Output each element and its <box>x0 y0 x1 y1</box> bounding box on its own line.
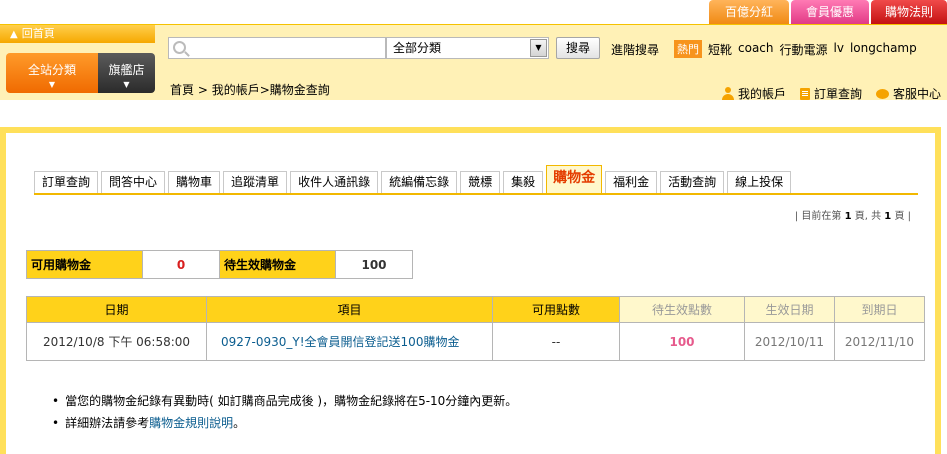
tab-activity-query[interactable]: 活動查詢 <box>660 171 725 193</box>
pagination-middle: 頁, 共 <box>851 211 885 222</box>
tab-address-book[interactable]: 收件人通訊錄 <box>290 171 379 193</box>
promo-tab-shopping-rules[interactable]: 購物法則 <box>871 0 947 24</box>
note-update-text: 當您的購物金紀錄有異動時( 如訂購商品完成後 )，購物金紀錄將在5-10分鐘內更… <box>65 394 518 408</box>
row-expiry-date: 2012/11/10 <box>834 322 925 361</box>
my-account-link[interactable]: 我的帳戶 <box>721 85 786 102</box>
available-credit-value: 0 <box>142 250 220 279</box>
flagship-store-button[interactable]: 旗艦店 ▼ <box>98 53 155 93</box>
my-account-label: 我的帳戶 <box>737 87 786 101</box>
home-icon: ▲ <box>10 29 18 40</box>
tab-qa-center[interactable]: 問答中心 <box>101 171 166 193</box>
home-label: 回首頁 <box>21 27 55 40</box>
dropdown-arrow-icon[interactable]: ▼ <box>530 39 547 57</box>
note-rules-suffix: 。 <box>233 416 246 430</box>
row-date: 2012/10/8 下午 06:58:00 <box>26 322 207 361</box>
chevron-down-icon: ▼ <box>123 80 130 89</box>
search-input[interactable] <box>191 39 381 57</box>
notes-list: 當您的購物金紀錄有異動時( 如訂購商品完成後 )，購物金紀錄將在5-10分鐘內更… <box>52 390 517 434</box>
breadcrumb-current: >購物金查詢 <box>259 83 330 97</box>
note-rules: 詳細辦法請參考購物金規則說明。 <box>52 412 517 434</box>
hot-keywords: 短靴 coach 行動電源 lv longchamp <box>708 41 917 58</box>
support-center-link[interactable]: 客服中心 <box>875 85 941 102</box>
site-header: ▲ 回首頁 全站分類 ▼ 旗艦店 ▼ 全部分類 ▼ 搜尋 進階搜尋 熱門 短靴 c… <box>0 24 947 102</box>
breadcrumb-account[interactable]: 我的帳戶 <box>212 83 260 97</box>
column-header-item: 項目 <box>206 296 493 323</box>
order-query-label: 訂單查詢 <box>813 87 862 101</box>
support-center-label: 客服中心 <box>892 87 941 101</box>
hot-keyword-link[interactable]: 短靴 <box>708 41 732 58</box>
tab-cart[interactable]: 購物車 <box>168 171 221 193</box>
pending-credit-label: 待生效購物金 <box>219 250 336 279</box>
breadcrumb-home[interactable]: 首頁 <box>170 83 194 97</box>
hot-keyword-link[interactable]: coach <box>738 41 774 58</box>
pagination-info: | 目前在第 1 頁, 共 1 頁 | <box>795 207 911 222</box>
column-header-available: 可用點數 <box>492 296 620 323</box>
hot-keyword-link[interactable]: lv <box>834 41 844 58</box>
pagination-prefix: | 目前在第 <box>794 211 845 222</box>
category-select[interactable]: 全部分類 ▼ <box>386 37 549 59</box>
person-icon <box>721 87 734 100</box>
row-item-link[interactable]: 0927-0930_Y!全會員開信登記送100購物金 <box>206 322 493 361</box>
column-header-date: 日期 <box>26 296 207 323</box>
table-header-row: 日期 項目 可用點數 待生效點數 生效日期 到期日 <box>26 296 925 323</box>
tab-order-query[interactable]: 訂單查詢 <box>34 171 99 193</box>
breadcrumb: 首頁 > 我的帳戶>購物金查詢 <box>170 81 330 98</box>
hot-keyword-link[interactable]: 行動電源 <box>780 41 828 58</box>
tab-online-insurance[interactable]: 線上投保 <box>727 171 792 193</box>
search-box <box>168 37 386 59</box>
row-effective-date: 2012/10/11 <box>744 322 835 361</box>
chat-bubble-icon <box>875 88 889 99</box>
available-credit-label: 可用購物金 <box>26 250 143 279</box>
account-tabs: 訂單查詢 問答中心 購物車 追蹤清單 收件人通訊錄 統編備忘錄 競標 集殺 購物… <box>34 165 794 193</box>
current-page: 1 <box>844 211 852 222</box>
credit-rules-link[interactable]: 購物金規則說明 <box>149 416 233 430</box>
credit-summary: 可用購物金 0 待生效購物金 100 <box>26 250 413 279</box>
hot-keyword-link[interactable]: longchamp <box>850 41 917 58</box>
tab-shopping-credit[interactable]: 購物金 <box>546 165 603 193</box>
chevron-down-icon: ▼ <box>48 80 56 89</box>
search-button[interactable]: 搜尋 <box>556 37 600 59</box>
tab-group-buy[interactable]: 集殺 <box>503 171 544 193</box>
category-select-value: 全部分類 <box>393 41 442 55</box>
tab-watchlist[interactable]: 追蹤清單 <box>223 171 288 193</box>
table-row: 2012/10/8 下午 06:58:00 0927-0930_Y!全會員開信登… <box>26 322 925 361</box>
row-available-points: -- <box>492 322 620 361</box>
pagination-suffix: 頁 | <box>891 211 911 222</box>
order-query-link[interactable]: 訂單查詢 <box>799 85 862 102</box>
column-header-pending: 待生效點數 <box>619 296 745 323</box>
note-update-delay: 當您的購物金紀錄有異動時( 如訂購商品完成後 )，購物金紀錄將在5-10分鐘內更… <box>52 390 517 412</box>
row-pending-points: 100 <box>619 322 745 361</box>
column-header-effective-date: 生效日期 <box>744 296 835 323</box>
promo-tab-dividend[interactable]: 百億分紅 <box>709 0 789 24</box>
search-icon <box>173 41 186 54</box>
advanced-search-link[interactable]: 進階搜尋 <box>611 41 659 58</box>
promo-tabs: 百億分紅 會員優惠 購物法則 <box>707 0 947 24</box>
tab-welfare-credit[interactable]: 福利金 <box>605 171 658 193</box>
breadcrumb-separator: > <box>194 83 212 97</box>
promo-tab-member-offers[interactable]: 會員優惠 <box>791 0 869 24</box>
home-link[interactable]: ▲ 回首頁 <box>0 25 155 43</box>
main-panel: 訂單查詢 問答中心 購物車 追蹤清單 收件人通訊錄 統編備忘錄 競標 集殺 購物… <box>0 127 941 454</box>
hot-badge: 熱門 <box>674 40 702 58</box>
all-category-label: 全站分類 <box>27 63 76 77</box>
tab-auction[interactable]: 競標 <box>460 171 501 193</box>
column-header-expiry-date: 到期日 <box>834 296 925 323</box>
credit-history-table: 日期 項目 可用點數 待生效點數 生效日期 到期日 2012/10/8 下午 0… <box>26 296 925 361</box>
pending-credit-value: 100 <box>335 250 413 279</box>
document-icon <box>799 87 810 100</box>
tab-tax-id-memo[interactable]: 統編備忘錄 <box>381 171 458 193</box>
note-rules-prefix: 詳細辦法請參考 <box>65 416 150 430</box>
flagship-label: 旗艦店 <box>108 63 145 77</box>
account-links: 我的帳戶 訂單查詢 客服中心 <box>721 85 941 102</box>
all-category-button[interactable]: 全站分類 ▼ <box>6 53 98 93</box>
tabs-underline <box>34 193 918 195</box>
